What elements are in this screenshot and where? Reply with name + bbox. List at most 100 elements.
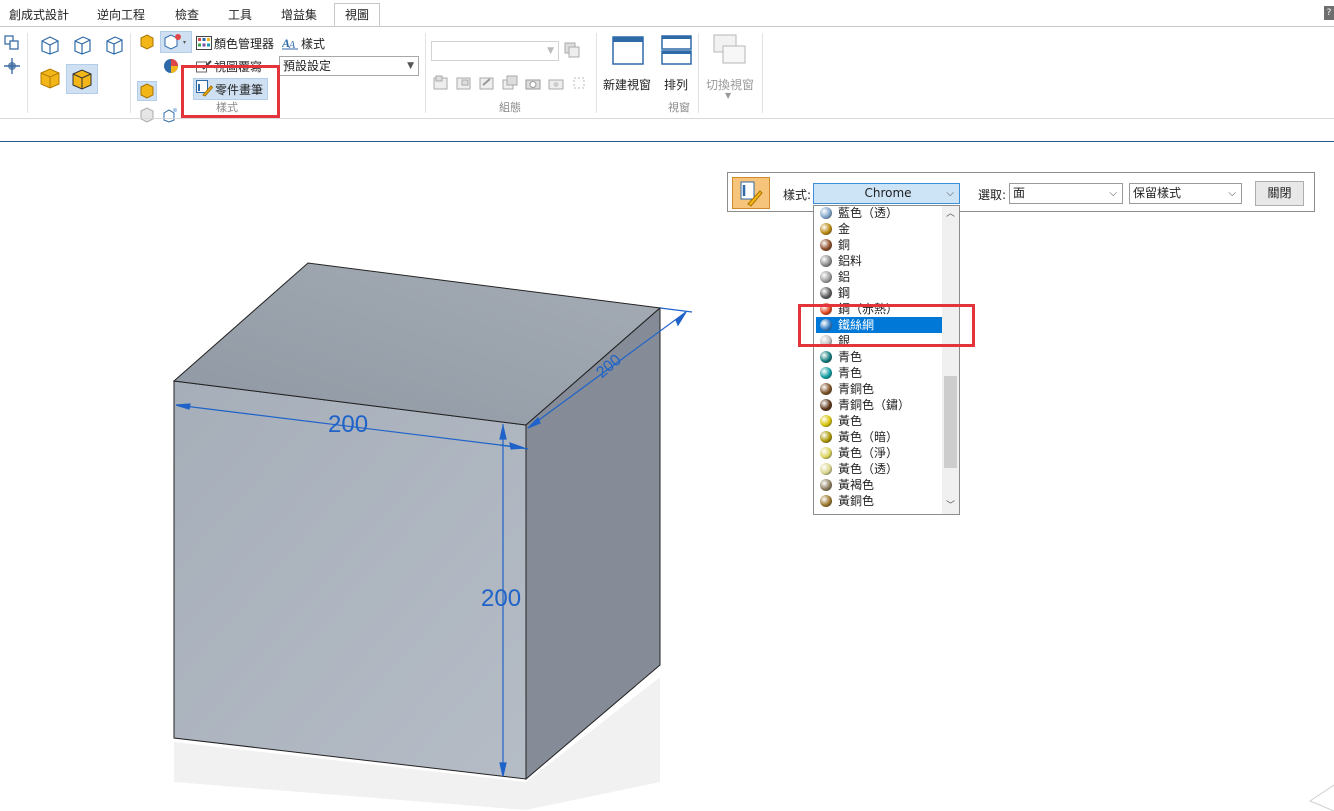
style-dropdown-list: 藍色（透）金銅鋁料鋁鋼鋼（赤熱） 鐵絲網銀青色 青色 青銅色 青銅色（鏽） 黃色 黃色（暗）… bbox=[813, 205, 960, 515]
window-group-label: 視窗 bbox=[668, 101, 690, 114]
list-item[interactable]: 黃色 bbox=[816, 413, 942, 429]
paint-cube-icon bbox=[164, 34, 186, 50]
list-item[interactable]: 藍色（透） bbox=[816, 206, 942, 221]
material-swatch-icon bbox=[820, 463, 832, 475]
new-window-button[interactable]: 新建視窗 bbox=[603, 76, 651, 93]
list-item-label: 青色 bbox=[838, 366, 863, 380]
list-item[interactable]: 鋼 bbox=[816, 285, 942, 301]
scroll-up-icon[interactable]: ︿ bbox=[942, 206, 959, 222]
list-item[interactable]: 鋁 bbox=[816, 269, 942, 285]
tab-generative-design[interactable]: 創成式設計 bbox=[9, 4, 69, 27]
help-icon[interactable]: ? bbox=[1324, 6, 1334, 20]
material-swatch-icon bbox=[820, 415, 832, 427]
material-swatch-icon bbox=[820, 447, 832, 459]
chevron-down-icon: ⌵ bbox=[1228, 188, 1236, 199]
style-combo[interactable]: Chrome ⌵ bbox=[813, 183, 960, 204]
list-item[interactable]: 黃褐色 bbox=[816, 477, 942, 493]
hidden-edge-cube-icon[interactable] bbox=[72, 35, 92, 55]
list-item-label: 黃色（淨） bbox=[838, 446, 899, 460]
pan-icon[interactable] bbox=[4, 58, 20, 74]
annotation-highlight-box bbox=[798, 304, 975, 347]
styles-icon: A A bbox=[282, 36, 298, 50]
configuration-combo[interactable]: ▼ bbox=[431, 41, 559, 61]
list-item-label: 黃銅色 bbox=[838, 494, 875, 508]
material-swatch-icon bbox=[820, 383, 832, 395]
material-swatch-icon bbox=[820, 271, 832, 283]
list-item[interactable]: 黃色（暗） bbox=[816, 429, 942, 445]
display-config-icon-3[interactable] bbox=[479, 75, 495, 91]
list-item[interactable]: 黃色（淨） bbox=[816, 445, 942, 461]
cube-front-face[interactable] bbox=[173, 380, 527, 780]
tab-tools[interactable]: 工具 bbox=[228, 4, 252, 27]
chevron-down-icon: ⌵ bbox=[1109, 188, 1117, 199]
shadow-cube-icon[interactable] bbox=[139, 107, 155, 123]
select-combo[interactable]: 面 ⌵ bbox=[1009, 183, 1123, 204]
list-item[interactable]: 黃銅色 bbox=[816, 493, 942, 509]
annotation-highlight-box bbox=[181, 65, 280, 118]
arrange-button[interactable]: 排列 bbox=[664, 76, 688, 93]
config-save-icon[interactable] bbox=[563, 41, 581, 59]
color-sphere-icon[interactable] bbox=[162, 57, 180, 75]
dropdown-scrollbar[interactable]: ︿ ﹀ bbox=[942, 206, 959, 514]
list-item-label: 鋼 bbox=[838, 286, 851, 300]
list-item-label: 黃色（透） bbox=[838, 462, 899, 476]
list-item[interactable]: 青銅色 bbox=[816, 381, 942, 397]
visible-edge-cube-icon[interactable] bbox=[104, 35, 124, 55]
keep-style-combo[interactable]: 保留樣式 ⌵ bbox=[1129, 183, 1242, 204]
list-item[interactable]: 黃色（透） bbox=[816, 461, 942, 477]
material-swatch-icon bbox=[820, 399, 832, 411]
tab-add-ins[interactable]: 增益集 bbox=[281, 4, 317, 27]
list-item-label: 鋁料 bbox=[838, 254, 863, 268]
color-manager-button[interactable]: 顏色管理器 bbox=[214, 35, 274, 52]
tab-inspect[interactable]: 檢查 bbox=[175, 4, 199, 27]
default-setting-combo[interactable]: 預設設定 ▼ bbox=[279, 56, 419, 76]
material-swatch-icon bbox=[820, 287, 832, 299]
close-button[interactable]: 關閉 bbox=[1255, 181, 1304, 206]
reflection-cube-icon bbox=[140, 83, 154, 99]
list-item[interactable]: 青色 bbox=[816, 365, 942, 381]
tab-reverse-engineering[interactable]: 逆向工程 bbox=[97, 4, 145, 27]
list-item-label: 青銅色（鏽） bbox=[838, 398, 911, 412]
dimension-width-label[interactable]: 200 bbox=[328, 411, 368, 439]
dimension-height-label[interactable]: 200 bbox=[481, 585, 521, 613]
display-config-icon-1[interactable] bbox=[433, 75, 449, 91]
list-item[interactable]: 青色 bbox=[816, 349, 942, 365]
view-cube-icon[interactable] bbox=[1306, 775, 1334, 811]
list-item[interactable]: 青銅色（鏽） bbox=[816, 397, 942, 413]
part-painter-icon[interactable] bbox=[732, 177, 770, 209]
configuration-group-label: 組態 bbox=[499, 101, 521, 114]
camera-icon[interactable] bbox=[525, 75, 541, 91]
wireframe-cube-icon[interactable] bbox=[40, 35, 60, 55]
display-config-icon-4[interactable] bbox=[502, 75, 518, 91]
material-swatch-icon bbox=[820, 367, 832, 379]
sparkle-cube-icon[interactable] bbox=[162, 107, 178, 123]
ribbon-tab-bar: 創成式設計 逆向工程 檢查 工具 增益集 視圖 ? bbox=[0, 0, 1334, 27]
shaded-edges-cube-icon bbox=[72, 69, 92, 90]
list-item-label: 黃褐色 bbox=[838, 478, 875, 492]
view-orient-icon[interactable] bbox=[4, 35, 20, 51]
shading-icon[interactable] bbox=[139, 34, 155, 50]
list-item[interactable]: 鋁料 bbox=[816, 253, 942, 269]
list-item-label: 黃色（暗） bbox=[838, 430, 899, 444]
tab-view[interactable]: 視圖 bbox=[334, 3, 381, 26]
chevron-down-icon: ⌵ bbox=[946, 188, 954, 199]
material-swatch-icon bbox=[820, 351, 832, 363]
camera-config-icon[interactable] bbox=[548, 75, 564, 91]
application-window: 創成式設計 逆向工程 檢查 工具 增益集 視圖 ? 顏色管理器 A A 樣式 視… bbox=[0, 0, 1334, 811]
graphics-canvas[interactable] bbox=[0, 142, 1334, 811]
scroll-down-icon[interactable]: ﹀ bbox=[942, 498, 959, 514]
color-manager-icon bbox=[196, 36, 212, 50]
list-item-label: 青色 bbox=[838, 350, 863, 364]
styles-button[interactable]: 樣式 bbox=[301, 35, 325, 52]
material-swatch-icon bbox=[820, 255, 832, 267]
shaded-cube-icon[interactable] bbox=[38, 66, 62, 90]
new-window-icon bbox=[612, 36, 644, 65]
material-swatch-icon bbox=[820, 495, 832, 507]
empty-box-icon[interactable] bbox=[573, 77, 585, 89]
display-config-icon-2[interactable] bbox=[456, 75, 472, 91]
material-swatch-icon bbox=[820, 239, 832, 251]
list-item[interactable]: 金 bbox=[816, 221, 942, 237]
chevron-down-icon[interactable]: ▼ bbox=[725, 91, 731, 100]
list-item[interactable]: 銅 bbox=[816, 237, 942, 253]
scrollbar-thumb[interactable] bbox=[944, 376, 957, 468]
